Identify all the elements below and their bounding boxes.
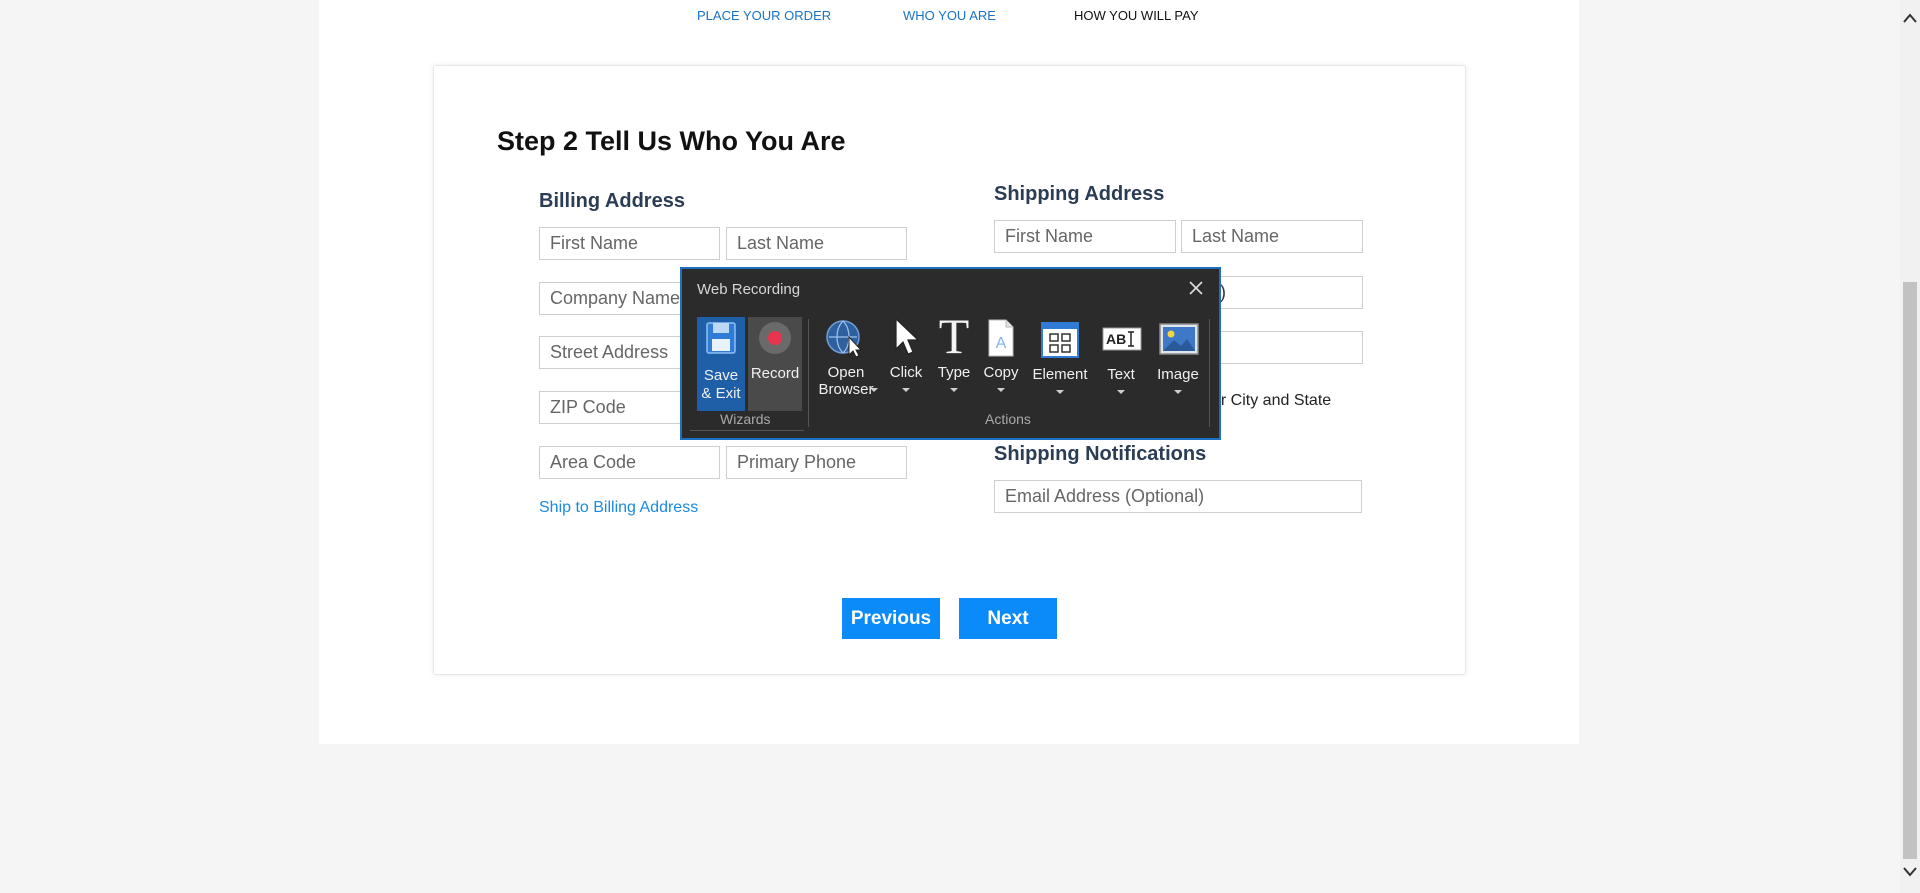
open-browser-label-1: Open	[827, 364, 865, 381]
shipping-email-field[interactable]	[994, 480, 1362, 513]
wizards-group-label: Wizards	[720, 411, 771, 427]
type-label: Type	[937, 364, 971, 381]
previous-button[interactable]: Previous	[842, 598, 940, 639]
copy-button[interactable]: A Copy	[980, 317, 1022, 411]
billing-address-heading: Billing Address	[539, 190, 685, 212]
actions-group-label: Actions	[985, 411, 1031, 427]
chevron-down-icon	[997, 388, 1005, 392]
text-button[interactable]: AB Text	[1097, 317, 1145, 411]
text-extract-icon: AB	[1102, 327, 1142, 351]
shipping-city-state-text: or City and State	[1212, 392, 1332, 409]
chevron-down-icon	[1056, 390, 1064, 394]
shipping-notifications-heading: Shipping Notifications	[994, 443, 1207, 465]
text-label: Text	[1107, 366, 1135, 383]
close-icon[interactable]	[1183, 275, 1209, 301]
chevron-down-icon	[902, 388, 910, 392]
element-button[interactable]: Element	[1030, 317, 1090, 411]
toolbar-separator	[808, 319, 809, 427]
page-title: Step 2 Tell Us Who You Are	[497, 126, 846, 156]
step-how-you-pay-link[interactable]: HOW YOU WILL PAY	[1074, 8, 1198, 23]
image-button[interactable]: Image	[1152, 317, 1204, 411]
ship-to-billing-link[interactable]: Ship to Billing Address	[539, 499, 698, 517]
svg-text:AB: AB	[1106, 331, 1126, 347]
record-icon	[759, 322, 791, 354]
record-button[interactable]: Record	[748, 317, 802, 411]
scroll-up-icon[interactable]	[1900, 8, 1920, 28]
shipping-last-name-field[interactable]	[1181, 220, 1363, 253]
element-label: Element	[1032, 366, 1088, 383]
type-button[interactable]: T Type	[934, 311, 974, 411]
image-label: Image	[1157, 366, 1199, 383]
scroll-down-icon[interactable]	[1900, 862, 1920, 882]
page-scrollbar[interactable]	[1900, 0, 1920, 893]
click-label: Click	[889, 364, 923, 381]
chevron-down-icon	[1174, 390, 1182, 394]
save-exit-button[interactable]: Save & Exit	[697, 317, 745, 411]
save-exit-label-1: Save	[703, 367, 739, 384]
chevron-down-icon	[870, 388, 878, 392]
copy-label: Copy	[983, 364, 1019, 381]
billing-area-code-field[interactable]	[539, 446, 720, 479]
recorder-title: Web Recording	[697, 281, 801, 298]
document-copy-icon: A	[988, 319, 1014, 357]
type-t-icon: T	[938, 308, 970, 364]
save-exit-label-2: & Exit	[701, 385, 741, 402]
scroll-thumb[interactable]	[1903, 282, 1917, 859]
chevron-down-icon	[950, 388, 958, 392]
click-button[interactable]: Click	[886, 317, 926, 411]
open-browser-button[interactable]: Open Browser	[814, 317, 878, 411]
shipping-first-name-field[interactable]	[994, 220, 1176, 253]
web-recording-toolbar: Web Recording Save & Exit Record Open Br…	[680, 267, 1221, 440]
globe-cursor-icon	[826, 320, 863, 358]
shipping-address-heading: Shipping Address	[994, 183, 1165, 205]
toolbar-separator	[1209, 319, 1210, 427]
billing-last-name-field[interactable]	[726, 227, 907, 260]
wizards-group-divider	[690, 430, 804, 431]
open-browser-label-2: Browser	[818, 381, 874, 398]
billing-first-name-field[interactable]	[539, 227, 720, 260]
image-icon	[1159, 323, 1199, 355]
chevron-down-icon	[1117, 390, 1125, 394]
element-grid-icon	[1041, 322, 1079, 358]
billing-primary-phone-field[interactable]	[726, 446, 907, 479]
step-place-order-link[interactable]: PLACE YOUR ORDER	[697, 8, 831, 23]
cursor-icon	[895, 317, 920, 355]
svg-text:A: A	[996, 335, 1007, 352]
step-who-you-are-link[interactable]: WHO YOU ARE	[903, 8, 996, 23]
record-label: Record	[750, 365, 800, 382]
next-button[interactable]: Next	[959, 598, 1057, 639]
floppy-disk-icon	[706, 322, 736, 354]
